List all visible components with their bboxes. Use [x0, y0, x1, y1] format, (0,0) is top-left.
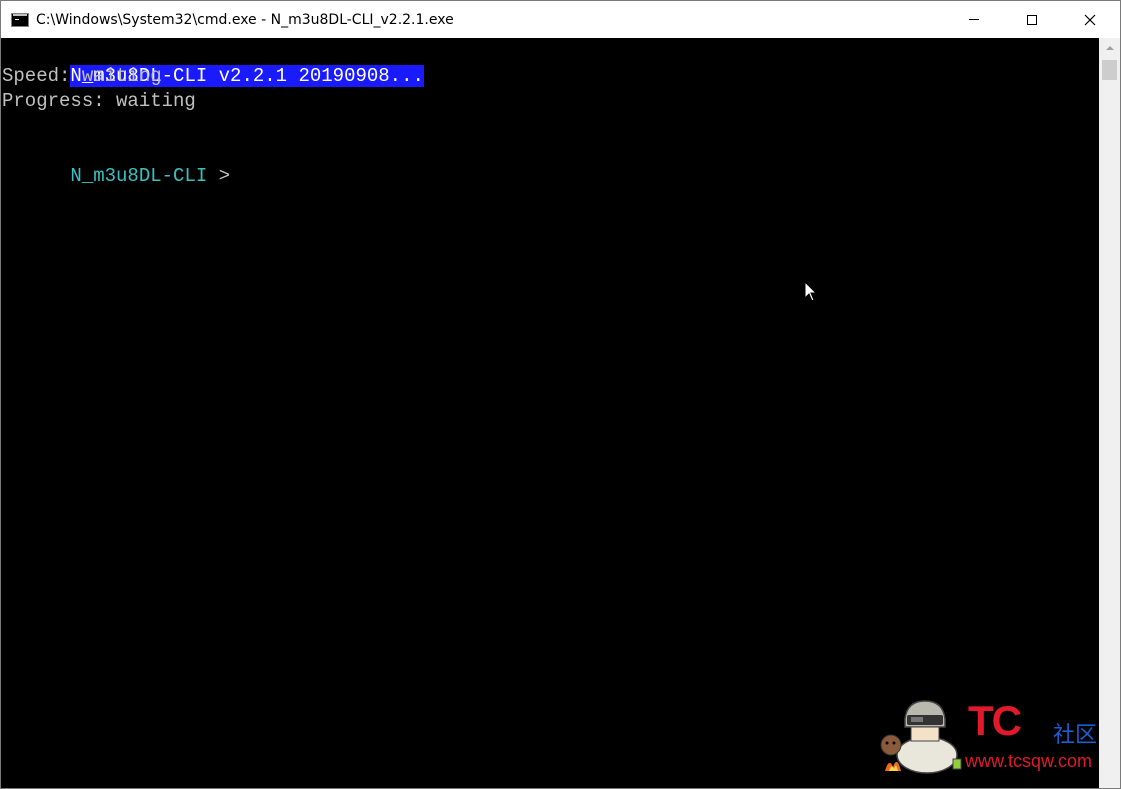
prompt-name: N_m3u8DL-CLI: [70, 165, 208, 187]
scroll-thumb[interactable]: [1102, 60, 1117, 80]
minimize-icon: [969, 19, 979, 20]
watermark-url: www.tcsqw.com: [965, 751, 1093, 771]
cmd-window: C:\Windows\System32\cmd.exe - N_m3u8DL-C…: [0, 0, 1121, 789]
title-bar[interactable]: C:\Windows\System32\cmd.exe - N_m3u8DL-C…: [1, 1, 1120, 38]
close-icon: [1084, 14, 1096, 25]
maximize-button[interactable]: [1003, 1, 1061, 38]
vertical-scrollbar[interactable]: [1099, 38, 1120, 788]
watermark-community: 社区: [1053, 723, 1098, 748]
command-prompt[interactable]: N_m3u8DL-CLI >: [2, 139, 230, 187]
close-button[interactable]: [1061, 1, 1119, 38]
console-header-line: N_m3u8DL-CLI v2.2.1 20190908...: [2, 39, 424, 87]
helmet-mascot-icon: [880, 700, 962, 774]
console-output[interactable]: N_m3u8DL-CLI v2.2.1 20190908... Speed: w…: [1, 38, 1099, 788]
minimize-button[interactable]: [945, 1, 1003, 38]
maximize-icon: [1027, 14, 1037, 25]
speed-status-line: Speed: waiting: [2, 65, 162, 87]
scroll-up-arrow-icon: [1105, 46, 1114, 50]
progress-status-line: Progress: waiting: [2, 90, 196, 112]
site-watermark: TC 社区 www.tcsqw.com: [871, 693, 1116, 777]
prompt-symbol: >: [207, 165, 231, 187]
mouse-pointer-icon: [804, 281, 818, 302]
cmd-console-icon[interactable]: [11, 12, 29, 27]
window-title: C:\Windows\System32\cmd.exe - N_m3u8DL-C…: [36, 11, 454, 28]
watermark-brand: TC: [968, 697, 1022, 744]
scroll-up-button[interactable]: [1099, 38, 1120, 58]
